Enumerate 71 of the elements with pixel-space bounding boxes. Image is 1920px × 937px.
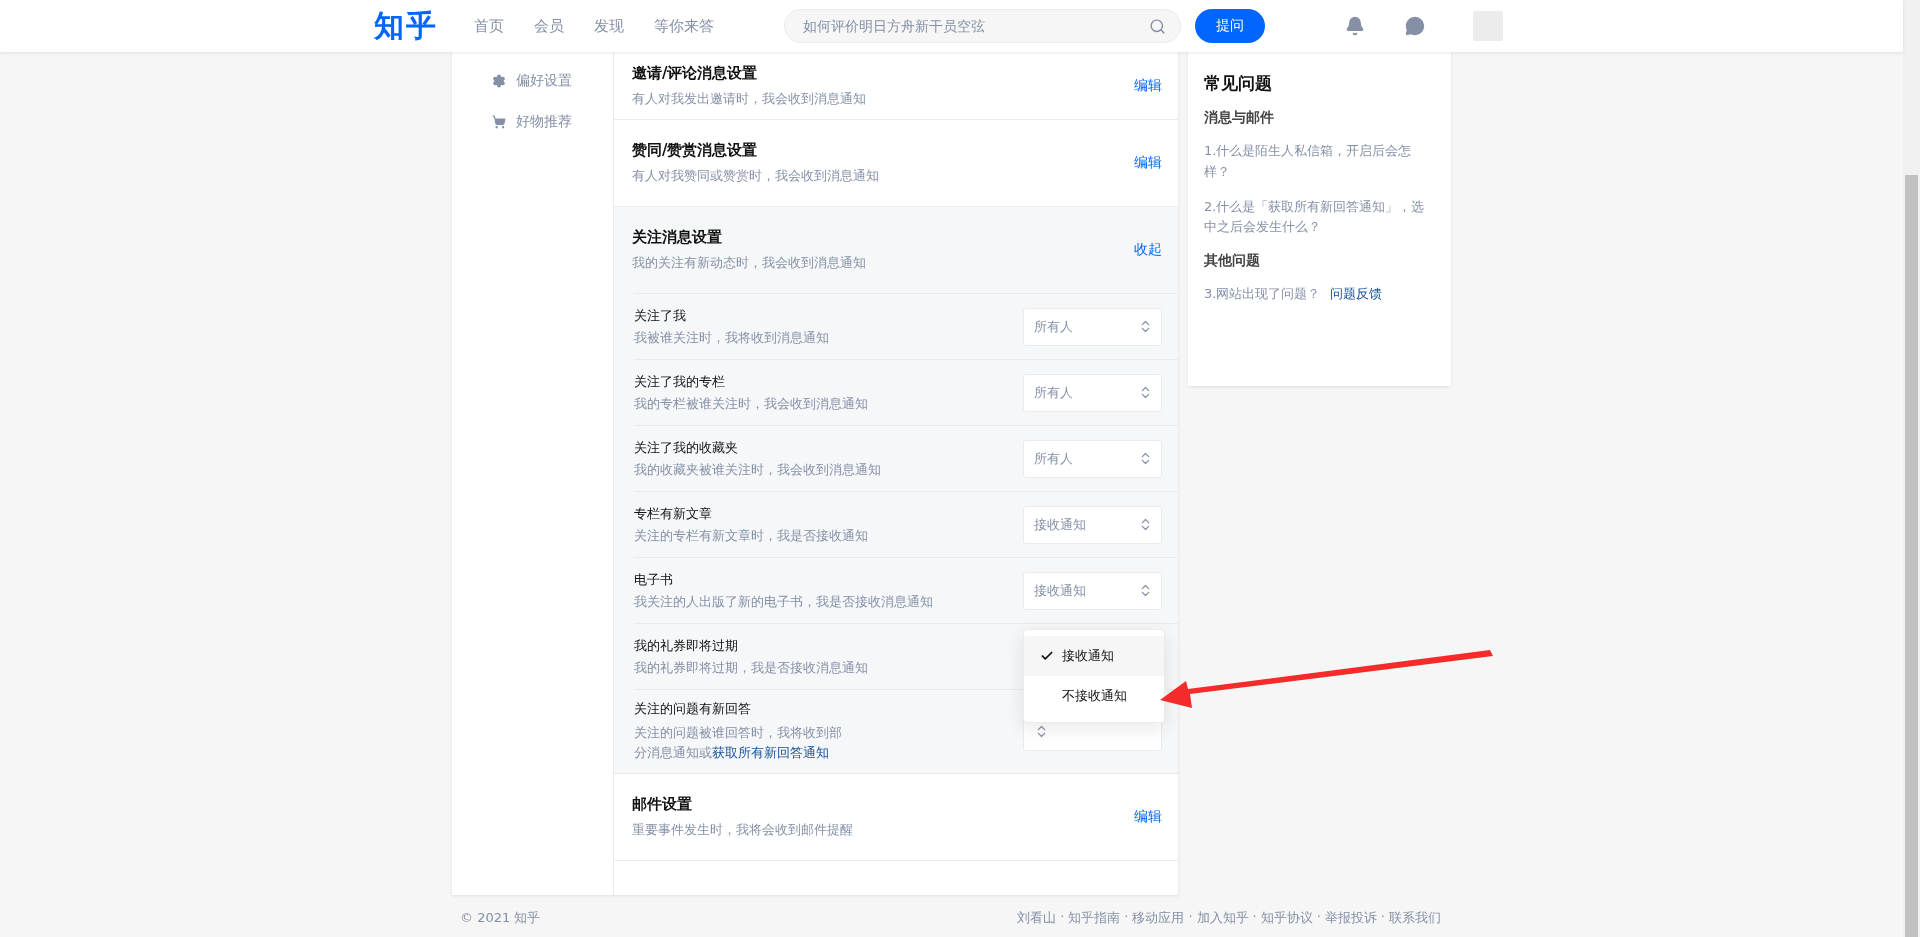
scrollbar[interactable] — [1903, 0, 1920, 937]
faq-question[interactable]: 2.什么是「获取所有新回答通知」，选中之后会发生什么？ — [1204, 196, 1435, 239]
footer-link[interactable]: 刘看山 — [1017, 909, 1057, 927]
section-title: 关注消息设置 — [632, 228, 723, 247]
section-toggle-link[interactable]: 编辑 — [1134, 76, 1162, 95]
faq-title: 常见问题 — [1204, 72, 1273, 95]
setting-title: 电子书 — [634, 570, 674, 589]
footer-link[interactable]: 知乎指南 — [1068, 909, 1121, 927]
faq-question[interactable]: 1.什么是陌生人私信箱，开启后会怎样？ — [1204, 141, 1435, 183]
footer-link[interactable]: 联系我们 — [1389, 909, 1441, 927]
separator-dot: · — [1380, 909, 1385, 926]
setting-description: 关注的专栏有新文章时，我是否接收通知 — [634, 527, 869, 545]
select-field[interactable]: 所有人 — [1023, 373, 1162, 412]
setting-description: 我关注的人出版了新的电子书，我是否接收消息通知 — [634, 593, 934, 611]
setting-description: 我被谁关注时，我将收到消息通知 — [634, 329, 830, 347]
setting-description: 我的收藏夹被谁关注时，我会收到消息通知 — [634, 461, 882, 479]
footer-link[interactable]: 移动应用 — [1132, 909, 1185, 927]
nav-link[interactable]: 发现 — [593, 16, 624, 36]
notification-icon[interactable] — [1344, 16, 1365, 36]
section-description: 有人对我赞同或赞赏时，我会收到消息通知 — [632, 167, 880, 185]
footer-link[interactable]: 举报投诉 — [1324, 909, 1377, 927]
separator-dot: · — [1252, 909, 1257, 926]
footer-link[interactable]: 知乎协议 — [1260, 909, 1313, 927]
search-input[interactable]: 如何评价明日方舟新干员空弦 — [800, 17, 1149, 35]
cart-icon — [492, 114, 506, 129]
select-field[interactable]: 接收通知 — [1023, 505, 1162, 544]
message-icon[interactable] — [1404, 16, 1425, 36]
faq-question[interactable]: 3.网站出现了问题？ — [1204, 286, 1321, 302]
logo[interactable]: 知乎 — [373, 5, 438, 47]
section-description: 有人对我发出邀请时，我会收到消息通知 — [632, 89, 867, 108]
setting-description: 我的礼券即将过期，我是否接收消息通知 — [634, 659, 869, 677]
faq-heading: 消息与邮件 — [1204, 109, 1275, 127]
nav-link[interactable]: 等你来答 — [653, 16, 714, 36]
setting-title: 关注了我的收藏夹 — [634, 438, 739, 457]
section-description: 重要事件发生时，我将会收到邮件提醒 — [632, 821, 854, 839]
setting-title: 我的礼券即将过期 — [634, 636, 739, 655]
section-toggle-link[interactable]: 编辑 — [1134, 808, 1162, 826]
sidebar-item[interactable]: 好物推荐 — [452, 101, 613, 142]
setting-title: 关注的问题有新回答 — [634, 700, 752, 718]
select-field[interactable]: 接收通知 — [1023, 571, 1162, 610]
feedback-link[interactable]: 问题反馈 — [1330, 286, 1383, 302]
nav-link[interactable]: 会员 — [533, 16, 564, 36]
setting-title: 关注了我 — [634, 306, 687, 325]
footer-link[interactable]: 加入知乎 — [1196, 909, 1249, 927]
copyright: © 2021 知乎 — [460, 909, 541, 927]
ask-button[interactable]: 提问 — [1194, 9, 1265, 43]
select-field[interactable]: 所有人 — [1023, 439, 1162, 478]
faq-heading: 其他问题 — [1204, 252, 1261, 271]
dropdown-option[interactable]: 不接收通知 — [1024, 675, 1164, 716]
separator-dot: · — [1124, 909, 1129, 926]
section-toggle-link[interactable]: 收起 — [1134, 241, 1162, 259]
setting-description: 关注的问题被谁回答时，我将收到部分消息通知或获取所有新回答通知 — [634, 724, 843, 762]
nav-link[interactable]: 首页 — [473, 16, 504, 36]
section-description: 我的关注有新动态时，我会收到消息通知 — [632, 254, 867, 272]
separator-dot: · — [1060, 909, 1065, 926]
separator-dot: · — [1188, 909, 1193, 926]
setting-title: 关注了我的专栏 — [634, 372, 726, 391]
section-title: 赞同/赞赏消息设置 — [632, 141, 759, 160]
section-title: 邀请/评论消息设置 — [632, 63, 759, 83]
setting-description: 我的专栏被谁关注时，我会收到消息通知 — [634, 395, 869, 413]
setting-title: 专栏有新文章 — [634, 504, 713, 523]
search-field[interactable]: 如何评价明日方舟新干员空弦 — [783, 9, 1181, 43]
separator-dot: · — [1316, 909, 1321, 926]
answer-notify-link[interactable]: 获取所有新回答通知 — [712, 745, 829, 760]
dropdown-option[interactable]: 接收通知 — [1024, 635, 1164, 676]
gear-icon — [492, 73, 506, 88]
select-field[interactable]: 所有人 — [1023, 307, 1162, 346]
search-icon[interactable] — [1148, 17, 1166, 35]
section-toggle-link[interactable]: 编辑 — [1134, 154, 1162, 172]
sidebar-item[interactable]: 偏好设置 — [452, 60, 613, 101]
section-title: 邮件设置 — [632, 795, 693, 814]
